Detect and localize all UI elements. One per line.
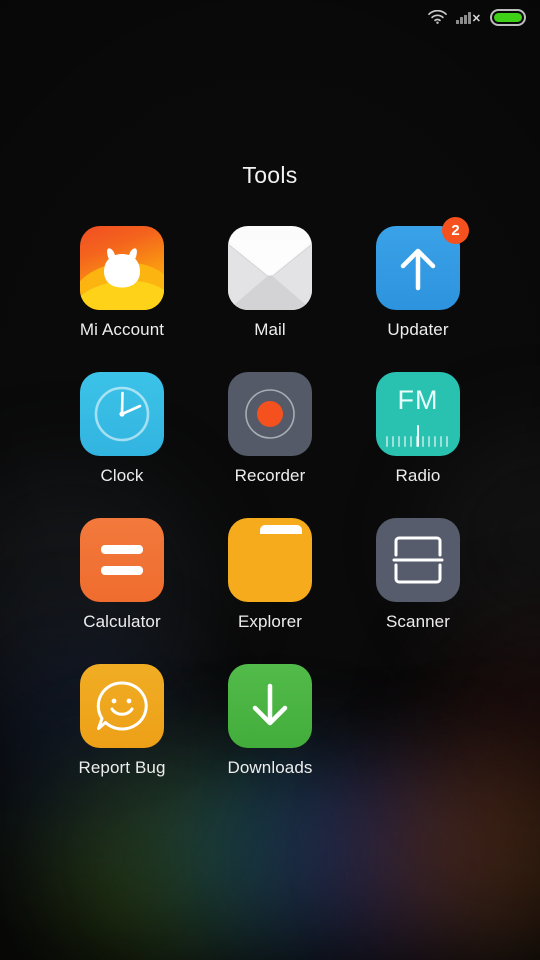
app-grid: Mi Account Mail 2 Updater Clock Recorder… bbox=[0, 217, 540, 778]
page-title: Tools bbox=[242, 162, 298, 188]
app-clock[interactable]: Clock bbox=[48, 372, 196, 486]
clock-glyph bbox=[94, 386, 150, 442]
wallpaper-glow-green bbox=[40, 760, 270, 960]
notification-badge: 2 bbox=[442, 217, 469, 244]
app-calculator[interactable]: Calculator bbox=[48, 518, 196, 632]
app-label: Radio bbox=[395, 466, 441, 485]
folder-icon[interactable] bbox=[228, 518, 312, 602]
smiley-speech-bubble-icon[interactable] bbox=[80, 664, 164, 748]
wallpaper-glow-orange bbox=[385, 755, 540, 955]
app-explorer[interactable]: Explorer bbox=[196, 518, 344, 632]
mi-bunny-logo bbox=[104, 248, 140, 288]
home-screen-folder: ✕ Tools Mi Account Mail 2 Updater Clock … bbox=[0, 0, 540, 960]
updater-up-arrow-icon[interactable]: 2 bbox=[376, 217, 469, 310]
app-downloads[interactable]: Downloads bbox=[196, 664, 344, 778]
wallpaper-glow-purple bbox=[290, 765, 500, 955]
battery-full-icon bbox=[490, 8, 526, 26]
fm-label: FM bbox=[397, 385, 439, 415]
status-bar: ✕ bbox=[0, 0, 540, 34]
record-glyph bbox=[245, 389, 295, 439]
radio-tuner-scale bbox=[384, 425, 452, 447]
scanner-glyph bbox=[392, 536, 444, 584]
clock-face-icon[interactable] bbox=[80, 372, 164, 456]
app-label: Clock bbox=[100, 466, 144, 485]
app-label: Report Bug bbox=[78, 758, 166, 777]
app-label: Scanner bbox=[385, 612, 451, 631]
app-recorder[interactable]: Recorder bbox=[196, 372, 344, 486]
wifi-icon bbox=[428, 10, 448, 24]
battery-fill bbox=[494, 12, 522, 22]
signal-bars-icon: ✕ bbox=[456, 11, 481, 24]
no-sim-x-icon: ✕ bbox=[471, 12, 481, 25]
download-arrow-icon[interactable] bbox=[228, 664, 312, 748]
app-label: Calculator bbox=[83, 612, 161, 631]
radio-tuner-needle bbox=[417, 425, 419, 447]
app-label: Downloads bbox=[227, 758, 313, 777]
down-arrow-glyph bbox=[252, 683, 288, 726]
app-label: Mail bbox=[254, 320, 286, 339]
app-label: Updater bbox=[387, 320, 449, 339]
app-label: Mi Account bbox=[79, 320, 165, 339]
app-report-bug[interactable]: Report Bug bbox=[48, 664, 196, 778]
app-scanner[interactable]: Scanner bbox=[344, 518, 492, 632]
app-label: Recorder bbox=[234, 466, 306, 485]
up-arrow-glyph bbox=[400, 248, 436, 291]
record-dot-icon[interactable] bbox=[228, 372, 312, 456]
smiley-bubble-glyph bbox=[96, 681, 148, 731]
fm-radio-icon[interactable]: FM bbox=[376, 372, 460, 456]
app-updater[interactable]: 2 Updater bbox=[344, 217, 492, 340]
scanner-bars-icon[interactable] bbox=[376, 518, 460, 602]
folder-tab-glyph bbox=[260, 525, 302, 534]
equals-glyph bbox=[101, 545, 143, 575]
app-mail[interactable]: Mail bbox=[196, 226, 344, 340]
wallpaper-glow-blue bbox=[160, 755, 390, 955]
mi-account-icon[interactable] bbox=[80, 226, 164, 310]
envelope-glyph bbox=[228, 240, 312, 310]
app-mi-account[interactable]: Mi Account bbox=[48, 226, 196, 340]
equals-sign-icon[interactable] bbox=[80, 518, 164, 602]
app-label: Explorer bbox=[237, 612, 303, 631]
mail-envelope-icon[interactable] bbox=[228, 226, 312, 310]
app-radio[interactable]: FM Radio bbox=[344, 372, 492, 486]
